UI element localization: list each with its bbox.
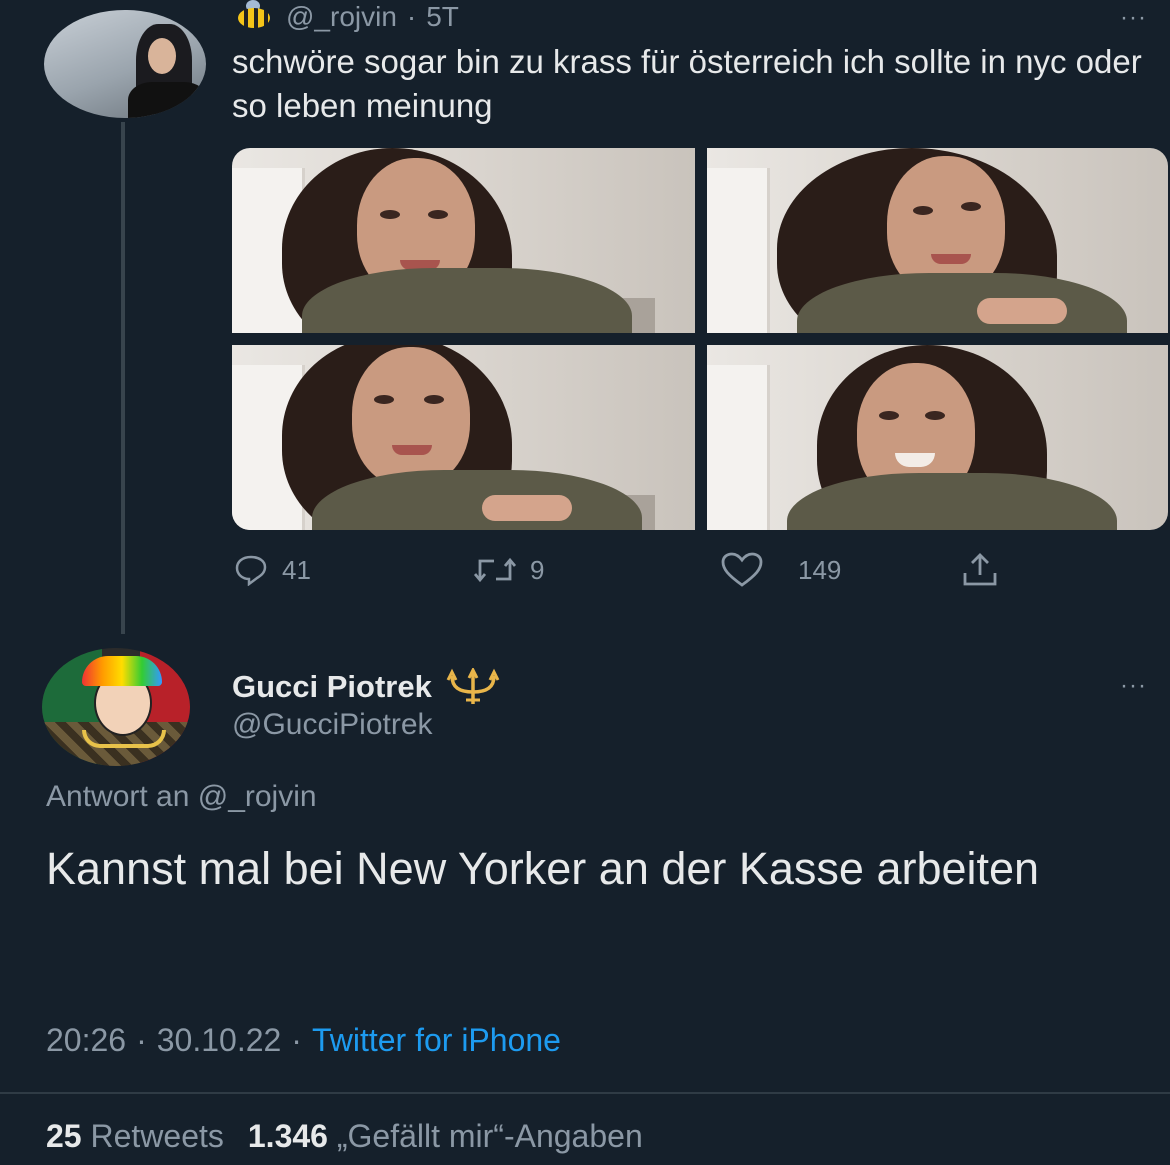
reply-text: Kannst mal bei New Yorker an der Kasse a…: [46, 843, 1040, 894]
tweet-source-link[interactable]: Twitter for iPhone: [312, 1022, 561, 1059]
heart-icon: [721, 552, 763, 587]
share-icon: [963, 553, 997, 586]
tweet-header: @_rojvin · 5T: [232, 0, 459, 34]
tweet-date[interactable]: 30.10.22: [157, 1022, 282, 1059]
tweet-time[interactable]: 20:26: [46, 1022, 126, 1059]
likes-stat[interactable]: 1.346 „Gefällt mir“-Angaben: [248, 1118, 643, 1155]
photo-1[interactable]: [232, 148, 695, 333]
retweet-action[interactable]: 9: [474, 552, 544, 588]
divider: [0, 1092, 1170, 1094]
likes-label: „Gefällt mir“-Angaben: [336, 1118, 643, 1154]
more-options-icon[interactable]: ···: [1120, 672, 1147, 700]
like-count: 149: [798, 554, 842, 585]
thread-connector-line: [121, 122, 125, 634]
like-action[interactable]: 149: [720, 552, 841, 588]
share-action[interactable]: [960, 552, 1000, 588]
photo-3[interactable]: [232, 345, 695, 530]
reply-action[interactable]: 41: [234, 552, 311, 588]
avatar-jacket: [128, 82, 206, 118]
tweet-meta: 20:26 · 30.10.22 · Twitter for iPhone: [46, 1022, 561, 1059]
trident-icon: [446, 668, 500, 704]
retweets-label: Retweets: [90, 1118, 224, 1154]
retweets-count: 25: [46, 1118, 82, 1154]
avatar-face: [148, 38, 176, 74]
avatar[interactable]: [44, 10, 206, 118]
replying-to-label[interactable]: Antwort an @_rojvin: [46, 780, 317, 814]
reply-icon: [235, 555, 267, 586]
retweet-count: 9: [530, 554, 545, 585]
retweets-stat[interactable]: 25 Retweets: [46, 1118, 224, 1155]
retweet-icon: [474, 557, 516, 583]
reply-handle[interactable]: @GucciPiotrek: [232, 708, 433, 742]
header-separator: ·: [406, 1, 417, 32]
more-options-icon[interactable]: ···: [1120, 4, 1147, 32]
tweet-stats: 25 Retweets 1.346 „Gefällt mir“-Angaben: [46, 1118, 643, 1155]
likes-count: 1.346: [247, 1118, 328, 1154]
tweet-text: schwöre sogar bin zu krass für österreic…: [232, 43, 1142, 124]
photo-2[interactable]: [707, 148, 1168, 333]
reply-display-name[interactable]: Gucci Piotrek: [232, 669, 432, 705]
meta-separator: ·: [291, 1022, 302, 1058]
meta-separator: ·: [136, 1022, 147, 1058]
reply-name-row: Gucci Piotrek: [232, 665, 502, 709]
reply-count: 41: [282, 554, 311, 585]
reply-avatar[interactable]: [42, 648, 190, 766]
bee-icon: [232, 0, 276, 30]
tweet-timestamp[interactable]: 5T: [426, 1, 459, 33]
photo-grid: [232, 148, 1168, 530]
photo-4[interactable]: [707, 345, 1168, 530]
tweet-author-handle[interactable]: @_rojvin: [286, 1, 397, 33]
